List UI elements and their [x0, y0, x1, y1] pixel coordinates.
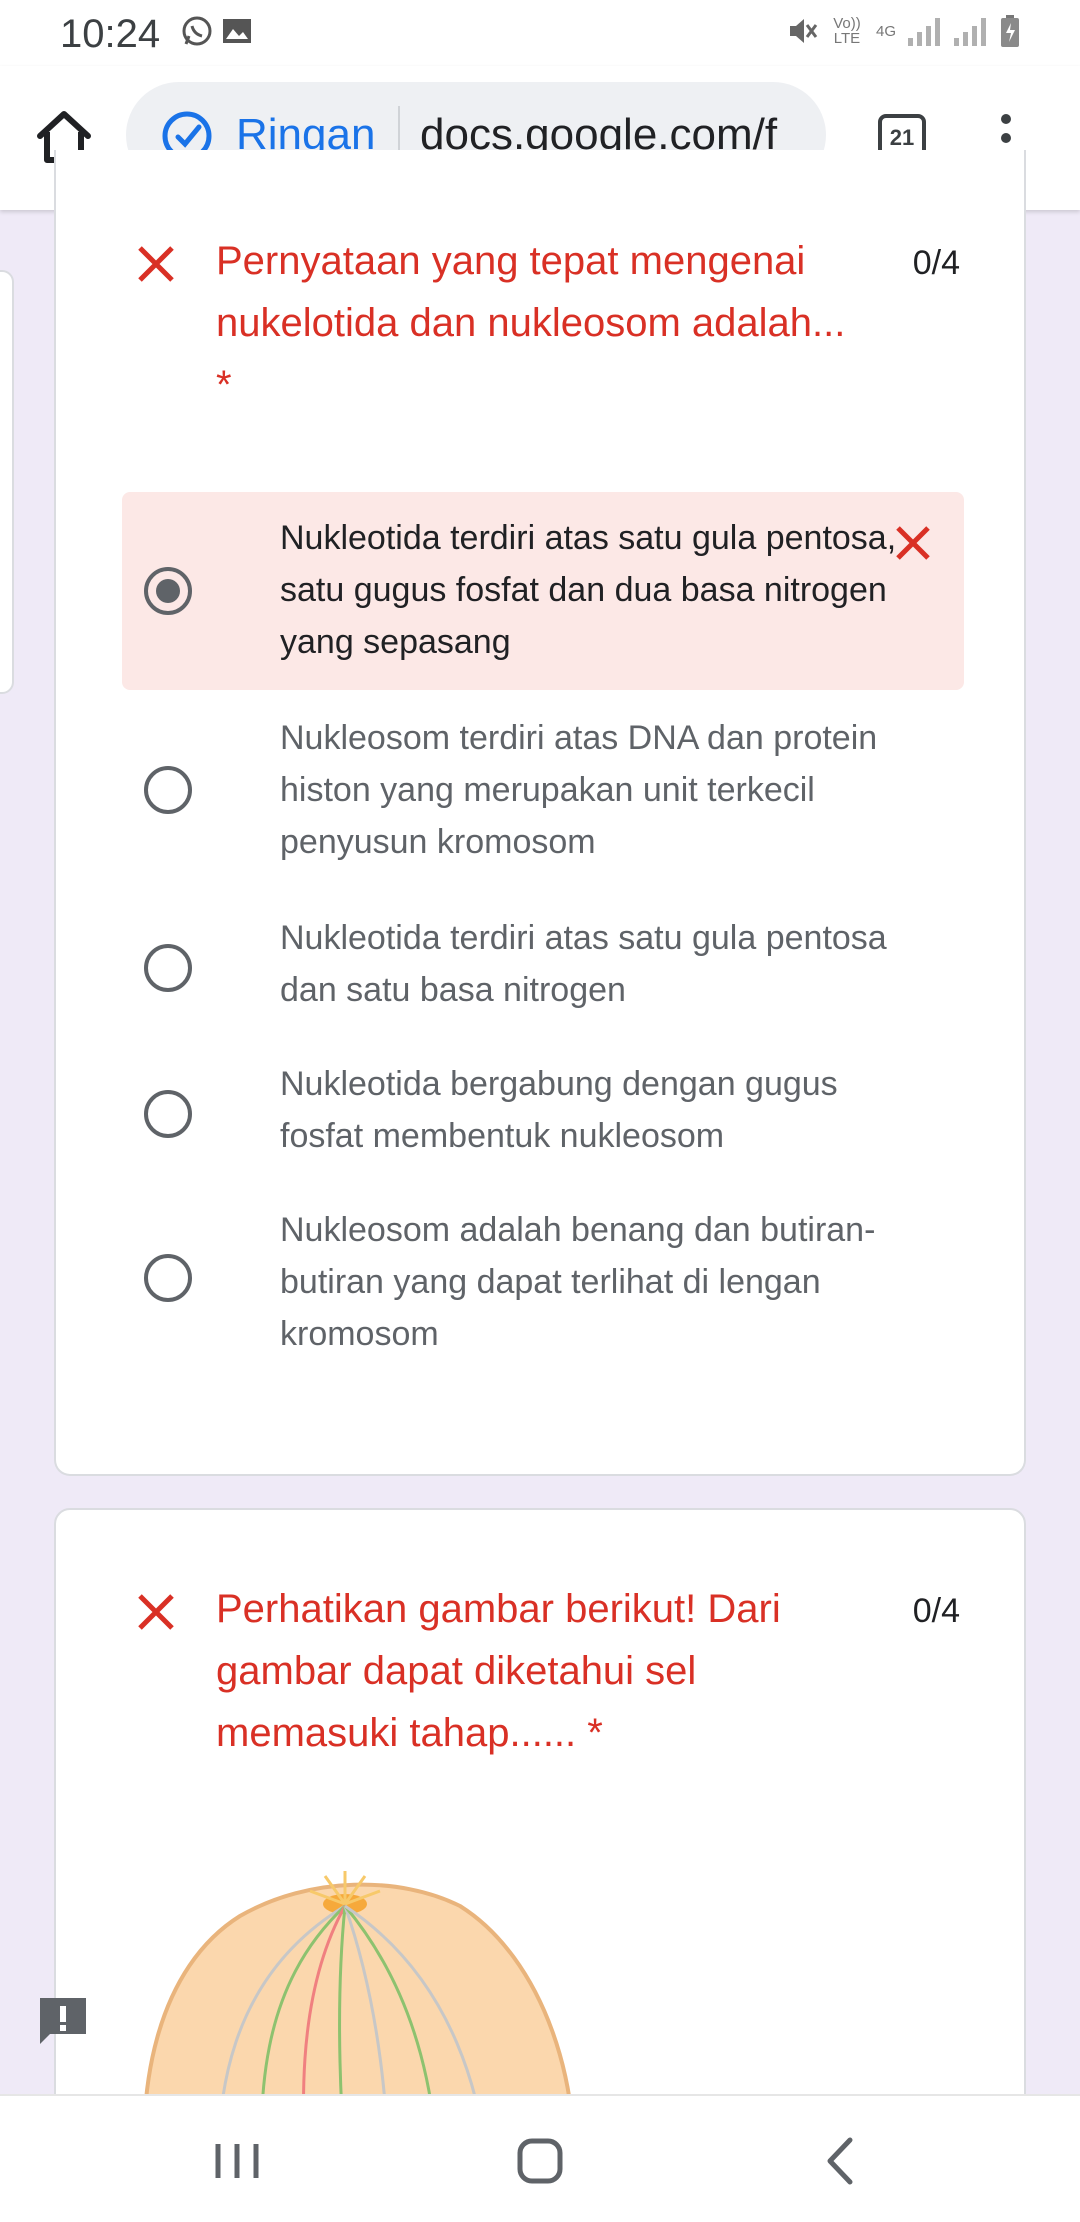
- system-icons: Vo)) LTE 4G: [786, 14, 1020, 48]
- battery-icon: [1001, 15, 1019, 47]
- network-type: 4G: [875, 22, 896, 40]
- answer-option[interactable]: Nukleotida terdiri atas satu gula pentos…: [122, 910, 964, 1020]
- background-panel-edge: [0, 270, 14, 694]
- question-title: Pernyataan yang tepat mengenai nukelotid…: [216, 230, 876, 416]
- system-nav-bar: [0, 2094, 1080, 2222]
- option-label: Nukleotida terdiri atas satu gula pentos…: [280, 919, 887, 1009]
- signal-icon: [908, 16, 942, 46]
- question-card: Pernyataan yang tepat mengenai nukelotid…: [54, 150, 1026, 1476]
- radio-button[interactable]: [144, 1090, 192, 1138]
- notification-icons: [180, 14, 254, 48]
- option-label: Nukleotida terdiri atas satu gula pentos…: [280, 519, 897, 661]
- radio-button[interactable]: [144, 944, 192, 992]
- question-score: 0/4: [912, 1592, 960, 1630]
- whatsapp-icon: [182, 16, 212, 46]
- radio-button[interactable]: [144, 766, 192, 814]
- back-icon[interactable]: [806, 2126, 876, 2196]
- option-label: Nukleotida bergabung dengan gugus fosfat…: [280, 1065, 838, 1155]
- recents-icon[interactable]: [202, 2126, 272, 2196]
- volte-indicator: Vo)) LTE: [833, 15, 861, 47]
- close-icon: [138, 246, 174, 282]
- answer-option[interactable]: Nukleotida bergabung dengan gugus fosfat…: [122, 1056, 964, 1166]
- status-bar: 10:24 Vo)) LTE 4G: [0, 0, 1080, 66]
- required-mark: *: [216, 363, 232, 407]
- option-label: Nukleosom adalah benang dan butiran-buti…: [280, 1211, 876, 1353]
- option-label: Nukleosom terdiri atas DNA dan protein h…: [280, 719, 878, 861]
- status-time: 10:24: [60, 12, 161, 56]
- nav-home-icon[interactable]: [505, 2126, 575, 2196]
- answer-option[interactable]: Nukleosom adalah benang dan butiran-buti…: [122, 1202, 964, 1362]
- question-title: Perhatikan gambar berikut! Dari gambar d…: [216, 1587, 781, 1755]
- radio-button[interactable]: [144, 1254, 192, 1302]
- signal-icon-2: [954, 16, 988, 46]
- answer-option[interactable]: Nukleotida terdiri atas satu gula pentos…: [122, 492, 964, 690]
- gallery-icon: [223, 19, 251, 43]
- question-score: 0/4: [912, 244, 960, 282]
- radio-button-checked[interactable]: [144, 567, 192, 615]
- report-icon[interactable]: [36, 1994, 90, 2048]
- answer-option[interactable]: Nukleosom terdiri atas DNA dan protein h…: [122, 710, 964, 870]
- close-icon: [896, 526, 930, 560]
- close-icon: [138, 1594, 174, 1630]
- question-text: Pernyataan yang tepat mengenai nukelotid…: [216, 239, 846, 345]
- mute-icon: [789, 19, 818, 43]
